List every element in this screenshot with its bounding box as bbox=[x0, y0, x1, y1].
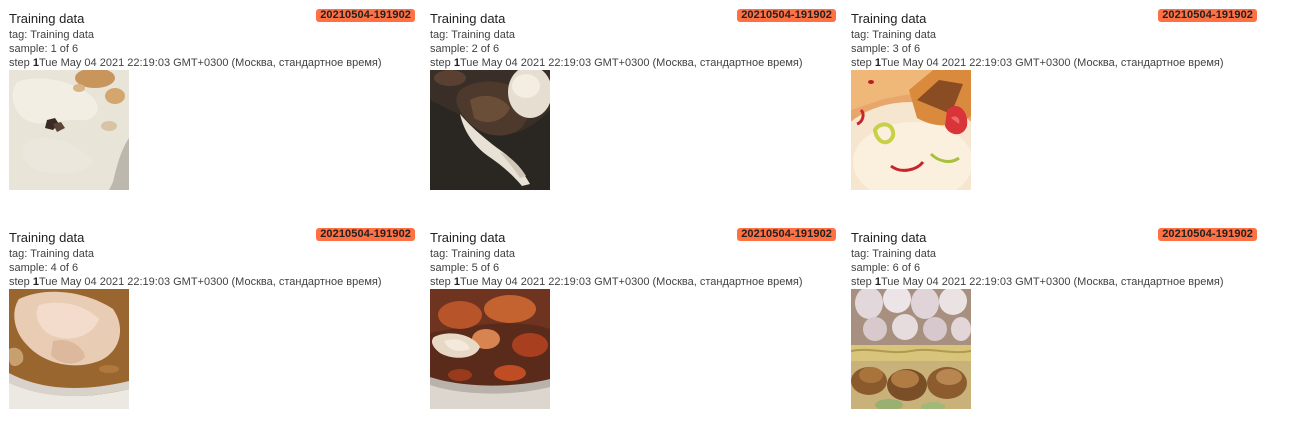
card-tag: tag: Training data bbox=[9, 248, 95, 260]
card-tag: tag: Training data bbox=[851, 248, 937, 260]
step-timestamp: Tue May 04 2021 22:19:03 GMT+0300 (Москв… bbox=[459, 57, 803, 69]
run-badge: 20210504-191902 bbox=[737, 9, 836, 22]
image-card-6: Training data 20210504-191902 tag: Train… bbox=[851, 228, 1257, 420]
sample-image-strawberry-plate[interactable] bbox=[851, 70, 971, 190]
step-timestamp: Tue May 04 2021 22:19:03 GMT+0300 (Москв… bbox=[38, 276, 382, 288]
card-tag: tag: Training data bbox=[430, 29, 516, 41]
image-card-3: Training data 20210504-191902 tag: Train… bbox=[851, 9, 1257, 201]
run-badge: 20210504-191902 bbox=[316, 228, 415, 241]
step-prefix: step bbox=[9, 276, 33, 288]
card-title: Training data bbox=[430, 230, 506, 245]
run-badge: 20210504-191902 bbox=[1158, 228, 1257, 241]
card-step: step 1Tue May 04 2021 22:19:03 GMT+0300 … bbox=[430, 275, 803, 289]
card-sample: sample: 4 of 6 bbox=[9, 262, 79, 274]
sample-image-brownie-dessert[interactable] bbox=[430, 70, 550, 190]
step-prefix: step bbox=[9, 57, 33, 69]
card-title: Training data bbox=[9, 11, 85, 26]
card-tag: tag: Training data bbox=[851, 29, 937, 41]
step-prefix: step bbox=[851, 57, 875, 69]
image-card-2: Training data 20210504-191902 tag: Train… bbox=[430, 9, 836, 201]
card-step: step 1Tue May 04 2021 22:19:03 GMT+0300 … bbox=[9, 56, 382, 70]
sample-image-flatbread[interactable] bbox=[9, 70, 129, 190]
card-tag: tag: Training data bbox=[9, 29, 95, 41]
image-card-1: Training data 20210504-191902 tag: Train… bbox=[9, 9, 415, 201]
step-prefix: step bbox=[430, 57, 454, 69]
step-prefix: step bbox=[430, 276, 454, 288]
card-title: Training data bbox=[430, 11, 506, 26]
image-card-4: Training data 20210504-191902 tag: Train… bbox=[9, 228, 415, 420]
card-step: step 1Tue May 04 2021 22:19:03 GMT+0300 … bbox=[851, 56, 1224, 70]
card-step: step 1Tue May 04 2021 22:19:03 GMT+0300 … bbox=[851, 275, 1224, 289]
card-tag: tag: Training data bbox=[430, 248, 516, 260]
card-sample: sample: 2 of 6 bbox=[430, 43, 500, 55]
card-step: step 1Tue May 04 2021 22:19:03 GMT+0300 … bbox=[9, 275, 382, 289]
card-sample: sample: 1 of 6 bbox=[9, 43, 79, 55]
image-card-grid: Training data 20210504-191902 tag: Train… bbox=[9, 9, 1257, 420]
run-badge: 20210504-191902 bbox=[1158, 9, 1257, 22]
card-title: Training data bbox=[851, 11, 927, 26]
step-timestamp: Tue May 04 2021 22:19:03 GMT+0300 (Москв… bbox=[880, 57, 1224, 69]
card-sample: sample: 6 of 6 bbox=[851, 262, 921, 274]
step-prefix: step bbox=[851, 276, 875, 288]
card-sample: sample: 3 of 6 bbox=[851, 43, 921, 55]
run-badge: 20210504-191902 bbox=[316, 9, 415, 22]
sample-image-mushrooms[interactable] bbox=[851, 289, 971, 409]
step-timestamp: Tue May 04 2021 22:19:03 GMT+0300 (Москв… bbox=[880, 276, 1224, 288]
card-sample: sample: 5 of 6 bbox=[430, 262, 500, 274]
card-title: Training data bbox=[851, 230, 927, 245]
step-timestamp: Tue May 04 2021 22:19:03 GMT+0300 (Москв… bbox=[38, 57, 382, 69]
sample-image-soup-bowl[interactable] bbox=[9, 289, 129, 409]
image-card-5: Training data 20210504-191902 tag: Train… bbox=[430, 228, 836, 420]
step-timestamp: Tue May 04 2021 22:19:03 GMT+0300 (Москв… bbox=[459, 276, 803, 288]
run-badge: 20210504-191902 bbox=[737, 228, 836, 241]
card-step: step 1Tue May 04 2021 22:19:03 GMT+0300 … bbox=[430, 56, 803, 70]
card-title: Training data bbox=[9, 230, 85, 245]
sample-image-stew[interactable] bbox=[430, 289, 550, 409]
